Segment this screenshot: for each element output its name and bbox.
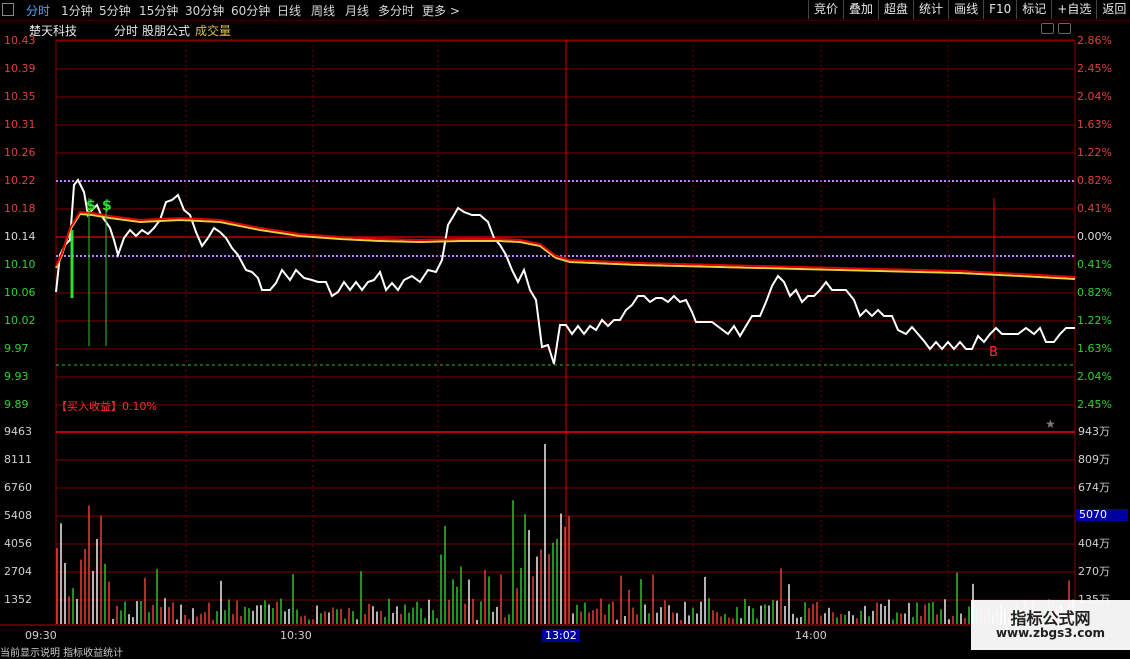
pct-label-right: 0.00% [1077, 230, 1112, 243]
status-text: 当前显示说明 指标收益统计 [0, 648, 124, 659]
volume-label-right: 809万 [1078, 453, 1110, 466]
pct-label-right: 0.82% [1077, 286, 1112, 299]
volume-label-right: 943万 [1078, 425, 1110, 438]
volume-label-right: 270万 [1078, 565, 1110, 578]
time-label: 09:30 [25, 629, 57, 642]
price-label-left: 9.89 [4, 398, 29, 411]
watermark-url: www.zbgs3.com [995, 626, 1106, 640]
volume-label-left: 1352 [4, 593, 32, 606]
price-label-left: 10.22 [4, 174, 36, 187]
pct-label-right: 1.22% [1077, 314, 1112, 327]
pct-label-right: 2.45% [1077, 62, 1112, 75]
cursor-time-label: 13:02 [542, 629, 580, 642]
volume-label-left: 2704 [4, 565, 32, 578]
pct-label-right: 0.82% [1077, 174, 1112, 187]
price-label-left: 10.14 [4, 230, 36, 243]
volume-label-left: 6760 [4, 481, 32, 494]
volume-label-right: 404万 [1078, 537, 1110, 550]
price-label-left: 10.18 [4, 202, 36, 215]
price-label-left: 9.97 [4, 342, 29, 355]
sell-marker: $ [86, 198, 96, 214]
sell-marker: $ [102, 198, 112, 214]
volume-label-left: 9463 [4, 425, 32, 438]
price-label-left: 10.39 [4, 62, 36, 75]
pct-label-right: 1.63% [1077, 342, 1112, 355]
pct-label-right: 2.04% [1077, 90, 1112, 103]
volume-cursor-value: 5070 [1076, 509, 1128, 521]
pct-label-right: 2.04% [1077, 370, 1112, 383]
price-label-left: 10.35 [4, 90, 36, 103]
price-label-left: 10.06 [4, 286, 36, 299]
pct-label-right: 1.22% [1077, 146, 1112, 159]
volume-label-left: 4056 [4, 537, 32, 550]
volume-label-left: 5408 [4, 509, 32, 522]
price-label-left: 10.31 [4, 118, 36, 131]
pct-label-right: 0.41% [1077, 258, 1112, 271]
price-label-left: 10.26 [4, 146, 36, 159]
pct-label-right: 2.45% [1077, 398, 1112, 411]
buy-profit-label: 【买入收益】0.10% [56, 400, 157, 413]
pct-label-right: 1.63% [1077, 118, 1112, 131]
intraday-chart [0, 39, 1130, 626]
price-label-left: 10.02 [4, 314, 36, 327]
time-label: 14:00 [795, 629, 827, 642]
price-label-left: 10.43 [4, 34, 36, 47]
volume-label-left: 8111 [4, 453, 32, 466]
buy-marker: B [989, 345, 998, 360]
time-label: 10:30 [280, 629, 312, 642]
price-label-left: 9.93 [4, 370, 29, 383]
watermark: 指标公式网 www.zbgs3.com [971, 600, 1130, 650]
pct-label-right: 0.41% [1077, 202, 1112, 215]
price-label-left: 10.10 [4, 258, 36, 271]
volume-bars [56, 444, 1074, 624]
volume-label-right: 674万 [1078, 481, 1110, 494]
star-icon[interactable]: ★ [1045, 417, 1056, 431]
pct-label-right: 2.86% [1077, 34, 1112, 47]
